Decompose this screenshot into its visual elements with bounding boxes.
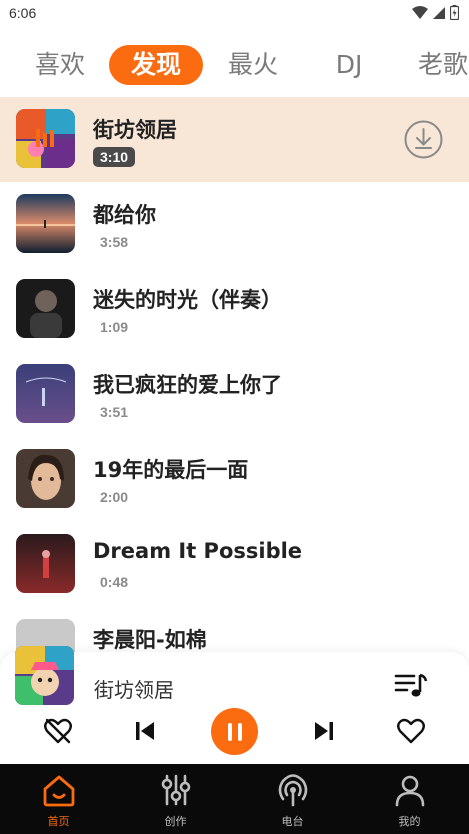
song-row[interactable]: 都给你 3:58 [0,182,469,267]
next-button[interactable] [309,716,339,746]
status-bar: 6:06 [0,0,469,28]
song-duration: 3:51 [100,404,129,420]
dislike-button[interactable] [43,716,73,746]
heart-icon [397,718,425,744]
tab-oldies[interactable]: 老歌 [405,45,469,85]
player-album-cover[interactable] [15,646,74,705]
skip-next-icon [315,722,333,740]
song-duration: 2:00 [100,489,129,505]
song-title: 街坊领居 [93,118,177,142]
home-icon [43,775,75,807]
song-title: 都给你 [93,203,156,227]
player-song-title: 街坊领居 [94,678,174,702]
album-cover [16,194,75,253]
broken-heart-icon [44,718,72,744]
song-row[interactable]: Dream It Possible 0:48 [0,522,469,607]
nav-label: 我的 [398,815,421,828]
nav-label: 电台 [281,815,304,828]
album-cover [16,364,75,423]
category-tabs: 喜欢 发现 最火 DJ 老歌 [0,42,469,90]
wifi-icon [412,5,428,19]
song-duration: 3:58 [100,234,129,250]
playlist-icon [394,673,428,697]
album-cover [16,449,75,508]
signal-icon [433,6,445,19]
tab-dj[interactable]: DJ [311,45,387,85]
nav-label: 首页 [47,815,70,828]
radio-icon [278,774,308,807]
nav-radio[interactable]: 电台 [234,764,351,834]
download-icon [404,120,443,159]
song-duration: 3:10 [93,147,136,167]
song-list: 街坊领居 3:10 都给你 3:58 迷失的时光（伴奏） 1:09 我已疯狂的爱… [0,97,469,657]
album-cover [16,109,75,168]
battery-icon [450,5,459,20]
album-cover [16,279,75,338]
tab-likes[interactable]: 喜欢 [22,45,98,85]
song-title: 我已疯狂的爱上你了 [93,373,282,397]
song-duration: 1:09 [100,319,129,335]
profile-icon [395,775,425,807]
previous-button[interactable] [130,716,160,746]
song-title: 19年的最后一面 [93,458,249,482]
playlist-button[interactable] [393,669,429,701]
tab-hottest[interactable]: 最火 [215,45,291,85]
bottom-navigation: 首页 创作 电台 我的 [0,764,469,834]
song-duration: 0:48 [100,574,129,590]
status-time: 6:06 [9,5,37,21]
song-row[interactable]: 迷失的时光（伴奏） 1:09 [0,267,469,352]
skip-previous-icon [136,722,154,740]
song-title: Dream It Possible [93,539,303,563]
nav-label: 创作 [164,815,187,828]
nav-create[interactable]: 创作 [117,764,234,834]
sliders-icon [161,774,191,806]
nav-home[interactable]: 首页 [0,764,117,834]
album-cover [16,534,75,593]
status-icons [412,5,459,20]
play-pause-button[interactable] [211,708,258,755]
download-button[interactable] [404,120,443,164]
nav-mine[interactable]: 我的 [351,764,468,834]
song-title: 迷失的时光（伴奏） [93,288,282,312]
song-row-playing[interactable]: 街坊领居 3:10 [0,97,469,182]
pause-icon [227,722,242,741]
song-title: 李晨阳-如棉 [93,628,207,652]
song-row[interactable]: 19年的最后一面 2:00 [0,437,469,522]
song-row[interactable]: 我已疯狂的爱上你了 3:51 [0,352,469,437]
like-button[interactable] [396,716,426,746]
tab-discover[interactable]: 发现 [109,45,203,85]
